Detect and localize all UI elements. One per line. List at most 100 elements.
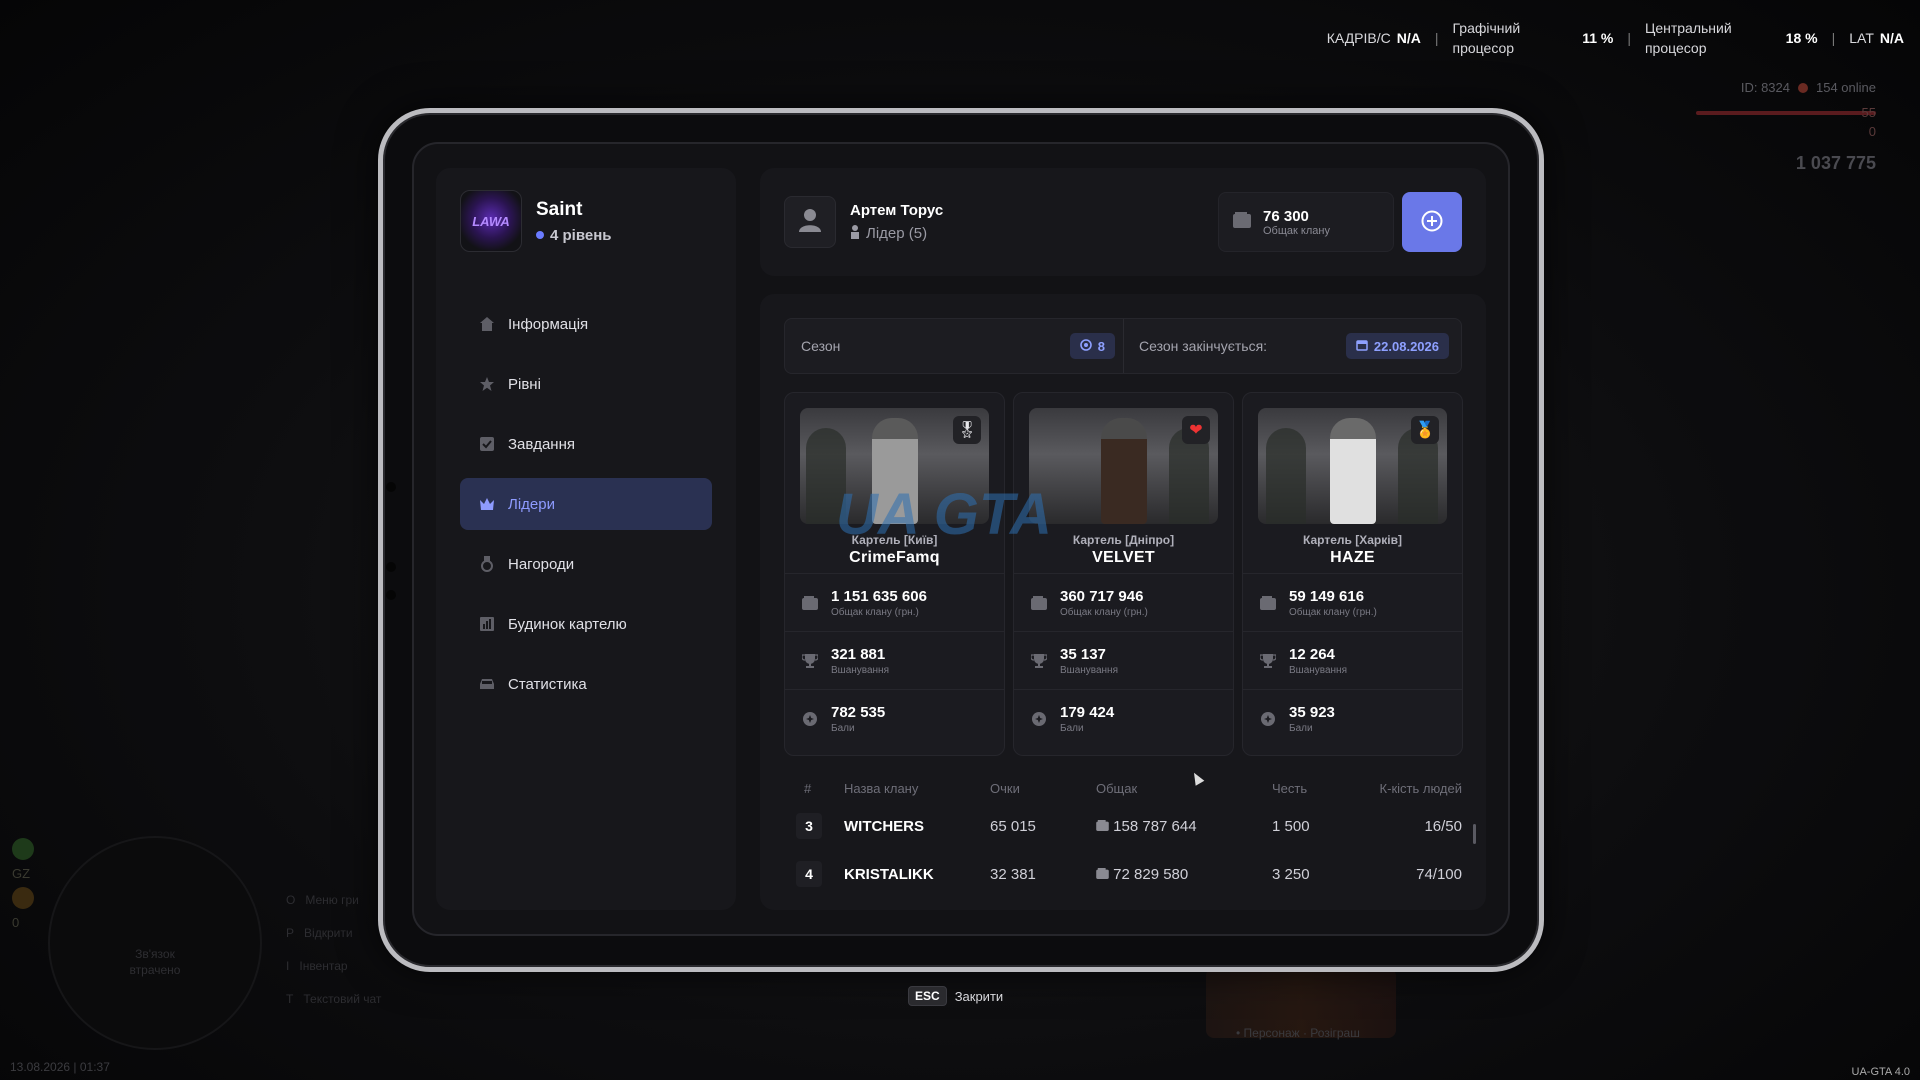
honor-cell: 1 500 (1272, 817, 1310, 835)
character-figure (872, 418, 918, 524)
minimap-status: Зв'язок втрачено (50, 946, 260, 978)
keybind-hint: P Відкрити (286, 926, 353, 940)
gpu-value: 11 % (1582, 30, 1614, 46)
tablet-button (386, 562, 396, 572)
sidebar-item-label: Нагороди (508, 555, 575, 573)
column-header: Очки (990, 780, 1020, 796)
sidebar-item-label: Будинок картелю (508, 615, 627, 633)
star-icon (478, 375, 496, 393)
season-info: Сезон 8 Сезон закінчується: 22.08.2026 (784, 318, 1462, 374)
esc-key: ESC (908, 986, 947, 1006)
target-icon (1079, 338, 1092, 354)
clan-profile: LAWA Saint 4 рівень (460, 190, 612, 252)
fps-label: КАДРІВ/С (1326, 30, 1391, 46)
stat-label: Общак клану (грн.) (1060, 606, 1148, 618)
fund-value: 158 787 644 (1113, 817, 1197, 835)
members-cell: 16/50 (1424, 817, 1462, 835)
clan-card-name: CrimeFamq (849, 549, 940, 566)
fps-value: N/A (1396, 30, 1421, 46)
stat-value: 782 535 (831, 703, 886, 721)
clan-card-name: HAZE (1330, 549, 1375, 566)
points-icon (1030, 710, 1048, 728)
stat-label: Общак клану (грн.) (1289, 606, 1377, 618)
promo-text: • Персонаж · Розіграш (1236, 1026, 1360, 1040)
leader-bar: Артем Торус Лідер (5) 76 300 Общак клану (760, 168, 1486, 276)
season-ends-label: Сезон закінчується: (1139, 338, 1268, 354)
player-status-hud: ID: 8324 154 online 55 0 1 037 775 (1696, 80, 1876, 174)
sidebar-item-levels[interactable]: Рівні (460, 358, 712, 410)
minimap-status-line2: втрачено (129, 963, 181, 977)
stat-value: 12 264 (1289, 645, 1335, 663)
stat-label: Общак клану (грн.) (831, 606, 919, 618)
lat-label: LAT (1849, 30, 1874, 46)
leader-avatar (784, 196, 836, 248)
lat-value: N/A (1879, 30, 1904, 46)
character-figure (1101, 418, 1147, 524)
sidebar-item-cartel-house[interactable]: Будинок картелю (460, 598, 712, 650)
rank-badge: 3 (796, 813, 822, 839)
clan-points-stat: 782 535 Бали (785, 689, 1004, 747)
clan-name: Saint (536, 198, 583, 220)
latency-stat: LAT N/A (1849, 30, 1904, 46)
sidebar-item-rewards[interactable]: Нагороди (460, 538, 712, 590)
car-icon (478, 675, 496, 693)
points-icon (801, 710, 819, 728)
leader-role-text: Лідер (5) (866, 225, 928, 242)
stat-value: 35 923 (1289, 703, 1335, 721)
health-value: 55 (1861, 105, 1876, 120)
table-row[interactable]: 4 KRISTALIKK 32 381 72 829 580 3 250 74/… (784, 850, 1462, 898)
add-funds-button[interactable] (1402, 192, 1462, 252)
points-cell: 32 381 (990, 865, 1036, 883)
table-scrollbar[interactable] (1473, 824, 1476, 844)
stat-value: 321 881 (831, 645, 886, 663)
table-row[interactable]: 3 WITCHERS 65 015 158 787 644 1 500 16/5… (784, 802, 1462, 850)
clan-photo: 🏅 (1258, 408, 1447, 524)
online-status: ID: 8324 154 online (1696, 80, 1876, 95)
fund-value: 72 829 580 (1113, 865, 1189, 883)
sidebar-item-label: Рівні (508, 375, 541, 393)
wallet-icon (1096, 866, 1109, 883)
money-value: 1 037 775 (1795, 153, 1876, 173)
wallet-icon (1259, 594, 1277, 612)
sidebar-item-statistics[interactable]: Статистика (460, 658, 712, 710)
stat-label: Бали (1289, 722, 1313, 734)
sidebar-item-info[interactable]: Інформація (460, 298, 712, 350)
minimap: Зв'язок втрачено (48, 836, 262, 1050)
honor-cell: 3 250 (1272, 865, 1310, 883)
gpu-label-line1: Графічний (1452, 20, 1521, 36)
clan-card[interactable]: 🎖 Картель [Київ] CrimeFamq 1 151 635 606… (784, 392, 1005, 756)
cpu-label-line1: Центральний (1644, 20, 1732, 36)
stat-value: 59 149 616 (1289, 587, 1365, 605)
clan-name-cell: WITCHERS (844, 817, 924, 835)
clan-card[interactable]: 🏅 Картель [Харків] HAZE 59 149 616 Общак … (1242, 392, 1463, 756)
wallet-icon (1030, 594, 1048, 612)
stat-label: Бали (831, 722, 855, 734)
sidebar-item-label: Статистика (508, 675, 587, 693)
clan-fund-stat: 59 149 616 Общак клану (грн.) (1243, 573, 1462, 631)
rank-cell: 4 (784, 861, 844, 887)
rank-badge: 4 (796, 861, 822, 887)
column-header: Назва клану (844, 780, 919, 796)
sidebar-item-label: Інформація (508, 315, 589, 333)
armor-value: 0 (1868, 124, 1876, 139)
online-dot-icon (1798, 82, 1808, 93)
keybind-hint: T Текстовий чат (286, 992, 382, 1006)
sidebar-item-label: Лідери (508, 495, 555, 513)
clan-city: Картель [Київ] (851, 533, 938, 547)
sidebar-item-tasks[interactable]: Завдання (460, 418, 712, 470)
close-hint[interactable]: ESC Закрити (908, 986, 1003, 1006)
leaders-panel: Сезон 8 Сезон закінчується: 22.08.2026 🎖… (760, 294, 1486, 910)
rank-cell: 3 (784, 813, 844, 839)
clan-card[interactable]: ❤ Картель [Дніпро] VELVET 360 717 946 Общ… (1013, 392, 1234, 756)
hud-separator: | (1831, 30, 1836, 46)
stat-label: Вшанування (1289, 664, 1347, 676)
thirst-icon (12, 887, 34, 909)
stat-value: 1 151 635 606 (831, 587, 927, 605)
tablet-button (386, 590, 396, 600)
clan-ranking-table: # Назва клану Очки Общак Честь К-кість л… (784, 774, 1462, 898)
members-cell: 74/100 (1416, 865, 1462, 883)
clan-avatar: LAWA (460, 190, 522, 252)
leader-role-icon (850, 224, 860, 243)
season-divider (1123, 319, 1124, 373)
sidebar-item-leaders[interactable]: Лідери (460, 478, 712, 530)
